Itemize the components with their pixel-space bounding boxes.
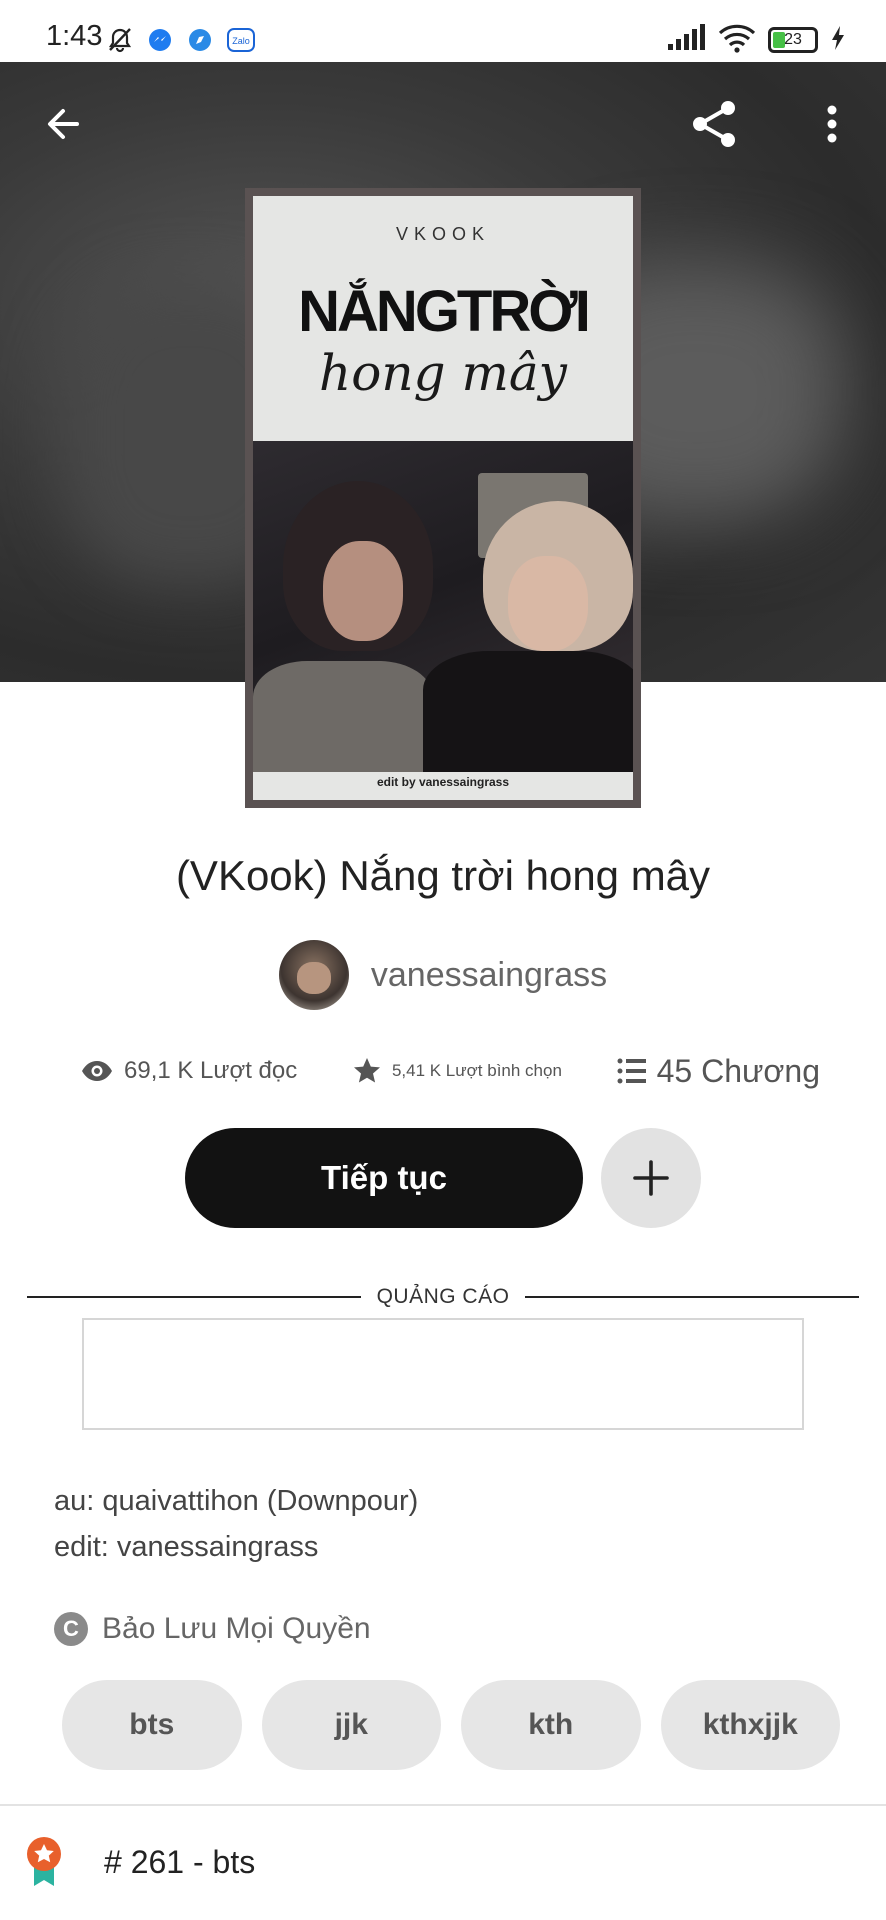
wifi-icon [718,23,756,58]
tag-list: bts jjk kth kthxjjk [62,1680,840,1770]
back-button[interactable] [33,94,93,154]
chapters-count: 45 Chương [656,1052,820,1089]
section-divider [0,1804,886,1806]
chapters-stat: 45 Chương [617,1053,820,1090]
messenger-icon [146,26,174,54]
story-description: au: quaivattihon (Downpour) edit: vaness… [54,1478,834,1570]
star-icon [353,1058,380,1083]
more-vert-icon [827,105,837,143]
charging-icon [830,25,846,56]
cover-photo [253,441,633,776]
ad-label: QUẢNG CÁO [376,1285,510,1308]
continue-reading-button[interactable]: Tiếp tục [185,1128,583,1228]
status-left-icons: Zalo [106,20,256,60]
description-line-1: au: quaivattihon (Downpour) [54,1485,419,1517]
status-bar: 1:43 Zalo 23 [0,0,886,62]
story-stats: 69,1 K Lượt đọc 5,41 K Lượt bình chọn 45… [80,1050,820,1092]
ad-banner[interactable] [82,1318,804,1430]
book-cover: VKOOK NẮNGTRỜI hong mây edit by vanessai… [245,188,641,808]
signal-icon [666,23,706,57]
more-options-button[interactable] [802,94,862,154]
cover-credit: edit by vanessaingrass [253,772,633,792]
share-button[interactable] [684,94,744,154]
tag-bts[interactable]: bts [62,1680,242,1770]
tag-jjk[interactable]: jjk [261,1680,441,1770]
share-icon [693,101,735,147]
copyright-label: Bảo Lưu Mọi Quyền [102,1612,371,1645]
tag-kth[interactable]: kth [461,1680,641,1770]
cover-title: NẮNGTRỜI [298,279,591,344]
add-to-library-button[interactable] [601,1128,701,1228]
ad-label-row: QUẢNG CÁO [27,1280,860,1314]
description-line-2: edit: vanessaingrass [54,1531,319,1563]
copyright-icon: C [54,1612,88,1646]
reads-count: 69,1 K Lượt đọc [124,1057,298,1084]
cover-author-line: VKOOK [395,224,491,244]
list-icon [617,1058,646,1084]
plus-icon [633,1160,669,1196]
author-name[interactable]: vanessaingrass [371,956,607,995]
tag-kthxjjk[interactable]: kthxjjk [660,1680,840,1770]
cover-subtitle: hong mây [319,344,567,402]
browser-icon [186,26,214,54]
votes-count: 5,41 K Lượt bình chọn [391,1061,562,1080]
story-title: (VKook) Nắng trời hong mây [175,852,711,899]
eye-icon [82,1061,112,1081]
votes-stat: 5,41 K Lượt bình chọn [352,1056,562,1086]
reads-stat: 69,1 K Lượt đọc [80,1057,297,1085]
author-avatar[interactable] [278,940,349,1010]
zalo-icon: Zalo [226,26,256,54]
battery-icon: 23 [768,27,818,53]
battery-level: 23 [784,31,802,48]
status-right-icons: 23 [666,20,846,60]
author-row[interactable]: vanessaingrass [0,940,886,1010]
ranking-row[interactable]: # 261 - bts [26,1836,255,1888]
ranking-text: # 261 - bts [104,1843,256,1880]
copyright-row: C Bảo Lưu Mọi Quyền [54,1612,371,1646]
ranking-badge-icon [27,1837,61,1886]
back-arrow-icon [48,109,79,139]
muted-bell-icon [106,26,134,54]
status-time: 1:43 [46,20,103,52]
zalo-label: Zalo [232,36,250,46]
